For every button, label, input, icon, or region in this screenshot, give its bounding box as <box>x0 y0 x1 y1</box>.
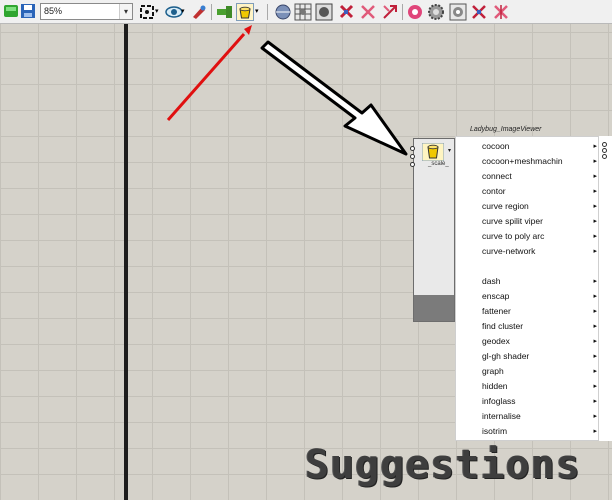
submenu-arrow-icon: ▸ <box>593 323 597 330</box>
menu-item-label: geodex <box>482 336 510 346</box>
menu-item-label: find cluster <box>482 321 524 331</box>
output-port[interactable] <box>602 154 607 159</box>
menu-item-label: fattener <box>482 306 511 316</box>
submenu-arrow-icon: ▸ <box>593 398 597 405</box>
submenu-arrow-icon: ▸ <box>593 173 597 180</box>
input-port[interactable] <box>410 146 415 151</box>
submenu-arrow-icon: ▸ <box>593 293 597 300</box>
output-port[interactable] <box>602 148 607 153</box>
submenu-arrow-icon: ▸ <box>593 188 597 195</box>
viewer-title: Ladybug_ImageViewer <box>470 126 542 133</box>
menu-item-connect[interactable]: connect ▸ <box>482 169 597 184</box>
black-arrow <box>260 40 408 156</box>
submenu-arrow-icon: ▸ <box>593 143 597 150</box>
scale-component[interactable]: ▾ _scale_ <box>413 138 455 322</box>
submenu-arrow-icon: ▸ <box>593 428 597 435</box>
menu-item-infoglass[interactable]: infoglass ▸ <box>482 394 597 409</box>
submenu-arrow-icon: ▸ <box>593 413 597 420</box>
viewer-output-panel <box>598 136 612 441</box>
menu-item-label: curve to poly arc <box>482 231 545 241</box>
suggestion-menu: cocoon ▸ cocoon+meshmachin ▸ connect ▸ contor ▸… <box>455 136 600 441</box>
menu-item-graph[interactable]: graph ▸ <box>482 364 597 379</box>
menu-item-label: hidden <box>482 381 508 391</box>
menu-item-gl-gh-shader[interactable]: gl-gh shader ▸ <box>482 349 597 364</box>
chevron-down-icon[interactable]: ▾ <box>448 147 451 154</box>
menu-item-dash[interactable]: dash ▸ <box>482 274 597 289</box>
submenu-arrow-icon: ▸ <box>593 338 597 345</box>
menu-item-label: graph <box>482 366 504 376</box>
submenu-arrow-icon: ▸ <box>593 203 597 210</box>
submenu-arrow-icon: ▸ <box>593 158 597 165</box>
scale-bucket-icon <box>421 142 445 162</box>
component-panel <box>414 295 454 321</box>
submenu-arrow-icon: ▸ <box>593 308 597 315</box>
menu-item-label: connect <box>482 171 512 181</box>
menu-item-curve-to-poly-arc[interactable]: curve to poly arc ▸ <box>482 229 597 244</box>
menu-item-geodex[interactable]: geodex ▸ <box>482 334 597 349</box>
menu-item-contor[interactable]: contor ▸ <box>482 184 597 199</box>
menu-item-curve-spilit-viper[interactable]: curve spilit viper ▸ <box>482 214 597 229</box>
menu-item-cocoon-meshmachin[interactable]: cocoon+meshmachin ▸ <box>482 154 597 169</box>
menu-item-label: cocoon+meshmachin <box>482 156 563 166</box>
menu-item-label: curve spilit viper <box>482 216 543 226</box>
menu-item-label: isotrim <box>482 426 508 436</box>
menu-item-find-cluster[interactable]: find cluster ▸ <box>482 319 597 334</box>
menu-item-label: curve region <box>482 201 529 211</box>
submenu-arrow-icon: ▸ <box>593 353 597 360</box>
menu-item-label: gl-gh shader <box>482 351 530 361</box>
menu-item-cocoon[interactable]: cocoon ▸ <box>482 139 597 154</box>
submenu-arrow-icon: ▸ <box>593 248 597 255</box>
red-arrow <box>166 25 252 121</box>
submenu-arrow-icon: ▸ <box>593 218 597 225</box>
input-port[interactable] <box>410 162 415 167</box>
menu-item-enscap[interactable]: enscap ▸ <box>482 289 597 304</box>
menu-item-label: enscap <box>482 291 510 301</box>
menu-item-fattener[interactable]: fattener ▸ <box>482 304 597 319</box>
menu-item-curve-region[interactable]: curve region ▸ <box>482 199 597 214</box>
input-port[interactable] <box>410 154 415 159</box>
menu-item-label: contor <box>482 186 506 196</box>
menu-item-label: infoglass <box>482 396 516 406</box>
menu-item-internalise[interactable]: internalise ▸ <box>482 409 597 424</box>
submenu-arrow-icon: ▸ <box>593 233 597 240</box>
menu-item-label: dash <box>482 276 501 286</box>
menu-item-isotrim[interactable]: isotrim ▸ <box>482 424 597 439</box>
submenu-arrow-icon: ▸ <box>593 368 597 375</box>
menu-item-label: cocoon <box>482 141 510 151</box>
menu-item-hidden[interactable]: hidden ▸ <box>482 379 597 394</box>
submenu-arrow-icon: ▸ <box>593 278 597 285</box>
output-port[interactable] <box>602 142 607 147</box>
menu-item-label: internalise <box>482 411 521 421</box>
component-label: _scale_ <box>428 161 449 167</box>
submenu-arrow-icon: ▸ <box>593 383 597 390</box>
menu-gap <box>466 255 594 267</box>
suggestions-caption: Suggestions <box>305 442 581 488</box>
